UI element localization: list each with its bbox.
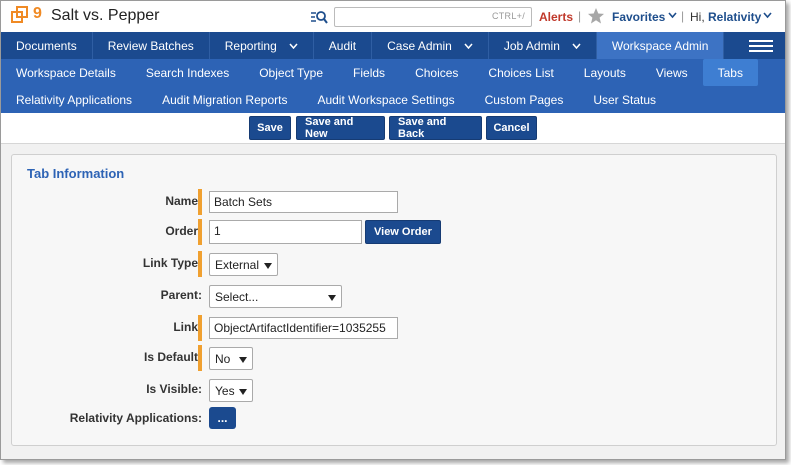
subtab-custom-pages[interactable]: Custom Pages xyxy=(470,86,579,113)
workspace-name: Salt vs. Pepper xyxy=(51,7,160,24)
field-order: Order: 1 View Order xyxy=(12,219,772,245)
relativity-applications-picker-button[interactable]: ... xyxy=(209,407,236,429)
view-order-button[interactable]: View Order xyxy=(365,220,441,244)
tab-review-batches[interactable]: Review Batches xyxy=(93,32,210,59)
subtab-search-indexes[interactable]: Search Indexes xyxy=(131,59,244,86)
sub-nav: Workspace Details Search Indexes Object … xyxy=(1,59,785,113)
is-default-value: No xyxy=(215,352,231,366)
parent-label: Parent: xyxy=(160,288,202,302)
alerts-link[interactable]: Alerts xyxy=(539,10,573,24)
link-type-value: External xyxy=(215,258,260,272)
subtab-choices-list[interactable]: Choices List xyxy=(473,59,568,86)
is-default-select[interactable]: No xyxy=(209,347,253,370)
select-arrow-icon xyxy=(239,389,247,395)
chevron-down-icon xyxy=(572,43,581,49)
star-icon[interactable] xyxy=(587,7,605,25)
tab-label: Reporting xyxy=(224,38,277,53)
required-marker xyxy=(198,189,202,215)
workspace-logo[interactable]: 9 xyxy=(11,5,45,26)
tab-job-admin[interactable]: Job Admin xyxy=(489,32,597,59)
favorites-menu[interactable]: Favorites xyxy=(612,10,665,24)
is-visible-label: Is Visible: xyxy=(146,382,202,396)
order-label: Order: xyxy=(165,224,202,238)
user-greeting[interactable]: Hi, Relativity xyxy=(690,10,761,24)
chevron-down-icon xyxy=(464,43,473,49)
action-toolbar: Save Save and New Save and Back Cancel xyxy=(1,113,785,144)
link-type-label: Link Type: xyxy=(142,256,202,270)
subtab-relativity-applications[interactable]: Relativity Applications xyxy=(1,86,147,113)
required-marker xyxy=(198,251,202,277)
is-visible-value: Yes xyxy=(215,384,235,398)
subtab-audit-workspace-settings[interactable]: Audit Workspace Settings xyxy=(302,86,469,113)
search-icon[interactable] xyxy=(310,10,328,24)
tab-information-panel: Tab Information Name: Batch Sets Order: … xyxy=(11,154,777,446)
tab-case-admin[interactable]: Case Admin xyxy=(372,32,489,59)
search-shortcut-hint: CTRL+/ xyxy=(491,11,525,21)
subtab-audit-migration-reports[interactable]: Audit Migration Reports xyxy=(147,86,302,113)
save-and-new-button[interactable]: Save and New xyxy=(296,116,385,140)
chevron-down-icon[interactable] xyxy=(668,12,677,19)
select-arrow-icon xyxy=(264,263,272,269)
field-is-default: Is Default: No xyxy=(12,345,772,371)
tab-label: Case Admin xyxy=(387,38,452,53)
order-input[interactable]: 1 xyxy=(209,220,362,244)
separator: | xyxy=(578,9,582,23)
tab-reporting[interactable]: Reporting xyxy=(210,32,314,59)
subtab-fields[interactable]: Fields xyxy=(338,59,400,86)
field-link: Link: ObjectArtifactIdentifier=1035255 xyxy=(12,315,772,341)
save-and-back-button[interactable]: Save and Back xyxy=(389,116,482,140)
is-default-label: Is Default: xyxy=(143,350,202,364)
subtab-views[interactable]: Views xyxy=(641,59,703,86)
top-header: 9 Salt vs. Pepper CTRL+/ Alerts | Favori… xyxy=(1,1,785,32)
chevron-down-icon xyxy=(289,43,298,49)
tab-label: Review Batches xyxy=(107,38,194,53)
username: Relativity xyxy=(708,10,762,24)
tab-audit[interactable]: Audit xyxy=(314,32,373,59)
sub-nav-row: Workspace Details Search Indexes Object … xyxy=(1,59,785,86)
select-arrow-icon xyxy=(328,295,336,301)
tab-workspace-admin[interactable]: Workspace Admin xyxy=(596,32,725,59)
name-label: Name: xyxy=(165,194,202,208)
subtab-choices[interactable]: Choices xyxy=(400,59,473,86)
link-input[interactable]: ObjectArtifactIdentifier=1035255 xyxy=(209,317,398,339)
tab-label: Workspace Admin xyxy=(611,38,709,53)
is-visible-select[interactable]: Yes xyxy=(209,379,253,402)
parent-select[interactable]: Select... xyxy=(209,285,342,308)
tab-label: Job Admin xyxy=(503,38,560,53)
tab-label: Documents xyxy=(16,38,77,53)
required-marker xyxy=(198,345,202,371)
field-name: Name: Batch Sets xyxy=(12,189,772,215)
search-input[interactable]: CTRL+/ xyxy=(334,7,532,27)
name-input[interactable]: Batch Sets xyxy=(209,191,398,213)
field-is-visible: Is Visible: Yes xyxy=(12,377,772,403)
subtab-layouts[interactable]: Layouts xyxy=(569,59,641,86)
subtab-user-status[interactable]: User Status xyxy=(578,86,671,113)
field-link-type: Link Type: External xyxy=(12,251,772,277)
subtab-object-type[interactable]: Object Type xyxy=(244,59,338,86)
required-marker xyxy=(198,315,202,341)
subtab-workspace-details[interactable]: Workspace Details xyxy=(1,59,131,86)
required-marker xyxy=(198,219,202,245)
tab-documents[interactable]: Documents xyxy=(1,32,93,59)
relativity-applications-label: Relativity Applications: xyxy=(69,411,202,425)
save-button[interactable]: Save xyxy=(249,116,291,140)
subtab-tabs[interactable]: Tabs xyxy=(702,59,758,86)
select-arrow-icon xyxy=(239,357,247,363)
cancel-button[interactable]: Cancel xyxy=(486,116,537,140)
main-nav: Documents Review Batches Reporting Audit… xyxy=(1,32,785,59)
separator: | xyxy=(681,9,685,23)
section-title: Tab Information xyxy=(27,166,125,181)
workspace-number: 9 xyxy=(33,5,42,22)
greeting-text: Hi, xyxy=(690,10,708,24)
chevron-down-icon[interactable] xyxy=(763,12,772,19)
hamburger-menu-icon[interactable] xyxy=(737,32,785,59)
sub-nav-row: Relativity Applications Audit Migration … xyxy=(1,86,785,113)
field-relativity-applications: Relativity Applications: ... xyxy=(12,406,772,432)
link-type-select[interactable]: External xyxy=(209,253,278,276)
app-window: 9 Salt vs. Pepper CTRL+/ Alerts | Favori… xyxy=(0,0,786,460)
parent-value: Select... xyxy=(215,290,259,304)
tab-label: Audit xyxy=(328,38,357,53)
field-parent: Parent: Select... xyxy=(12,283,772,309)
